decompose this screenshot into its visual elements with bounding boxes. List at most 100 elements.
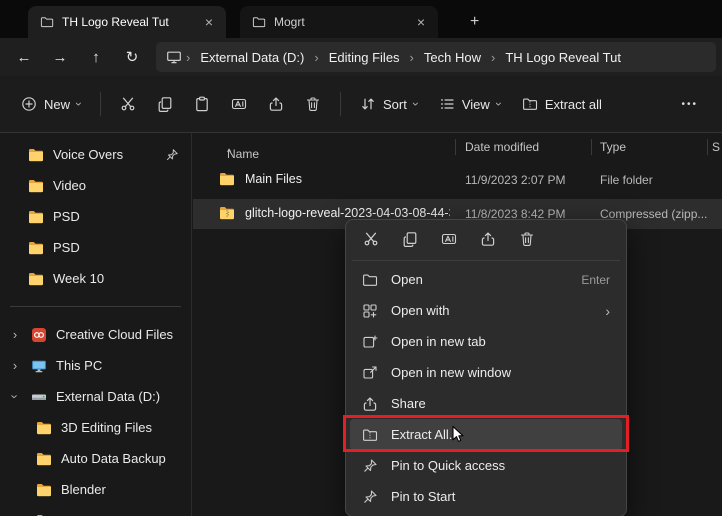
delete-button[interactable]: [296, 87, 330, 121]
creative-cloud-icon: [31, 327, 47, 343]
folder-icon: [36, 513, 52, 516]
chevron-down-icon: ›: [410, 102, 422, 106]
address-bar[interactable]: › External Data (D:) › Editing Files › T…: [156, 42, 716, 72]
sort-button[interactable]: Sort ›: [351, 87, 427, 121]
new-tab-button[interactable]: +: [462, 13, 487, 31]
context-menu-icon-row: [350, 224, 622, 260]
forward-button[interactable]: →: [42, 42, 78, 72]
zip-folder-icon: [219, 205, 235, 221]
sidebar-item-psd-2[interactable]: PSD: [0, 232, 191, 263]
tab-label: TH Logo Reveal Tut: [62, 15, 192, 29]
menu-item-pin-to-start[interactable]: Pin to Start: [350, 481, 622, 512]
sidebar-item-clipped[interactable]: [0, 505, 191, 516]
sort-icon: [360, 96, 376, 112]
breadcrumb-item-th-logo-reveal[interactable]: TH Logo Reveal Tut: [499, 48, 627, 67]
sidebar-item-creative-cloud-files[interactable]: › Creative Cloud Files: [0, 319, 191, 350]
toolbar-divider: [340, 92, 341, 116]
extract-icon: [522, 96, 538, 112]
share-icon: [480, 231, 496, 247]
menu-item-share[interactable]: Share: [350, 388, 622, 419]
extract-all-button[interactable]: Extract all: [513, 87, 611, 121]
breadcrumb-separator: ›: [490, 50, 496, 65]
menu-item-open-in-new-window[interactable]: Open in new window: [350, 357, 622, 388]
column-resize-handle[interactable]: [591, 139, 592, 155]
sidebar-item-blender[interactable]: Blender: [0, 474, 191, 505]
share-button[interactable]: [471, 224, 505, 254]
chevron-right-icon[interactable]: ›: [8, 358, 22, 373]
copy-button[interactable]: [393, 224, 427, 254]
file-row-main-files[interactable]: Main Files 11/9/2023 2:07 PM File folder: [193, 165, 722, 195]
open-with-icon: [362, 303, 378, 319]
folder-icon: [28, 147, 44, 163]
folder-icon: [28, 271, 44, 287]
paste-button[interactable]: [185, 87, 219, 121]
refresh-button[interactable]: ↻: [114, 42, 150, 72]
rename-button[interactable]: [432, 224, 466, 254]
new-button-label: New: [44, 97, 70, 112]
folder-open-icon: [362, 272, 378, 288]
folder-icon: [28, 240, 44, 256]
chevron-right-icon[interactable]: ›: [8, 327, 22, 342]
cut-button[interactable]: [111, 87, 145, 121]
view-button[interactable]: View ›: [430, 87, 510, 121]
command-toolbar: New › Sort › View › Extract all •••: [0, 76, 722, 133]
delete-button[interactable]: [510, 224, 544, 254]
breadcrumb-separator: ›: [313, 50, 319, 65]
folder-icon: [28, 178, 44, 194]
extract-all-label: Extract all: [545, 97, 602, 112]
see-more-button[interactable]: •••: [669, 99, 710, 110]
folder-icon: [36, 482, 52, 498]
sidebar-item-external-data[interactable]: › External Data (D:): [0, 381, 191, 412]
menu-item-pin-to-quick-access[interactable]: Pin to Quick access: [350, 450, 622, 481]
column-header-size[interactable]: S: [712, 140, 720, 154]
chevron-down-icon: ›: [493, 102, 505, 106]
menu-item-open[interactable]: Open Enter: [350, 264, 622, 295]
sidebar-item-psd[interactable]: PSD: [0, 201, 191, 232]
column-header-type[interactable]: Type: [600, 140, 626, 154]
rename-icon: [231, 96, 247, 112]
sidebar-item-this-pc[interactable]: › This PC: [0, 350, 191, 381]
tab-mogrt[interactable]: Mogrt ×: [240, 6, 438, 38]
sidebar-divider: [10, 306, 181, 307]
sidebar-item-voice-overs[interactable]: Voice Overs: [0, 139, 191, 170]
share-icon: [268, 96, 284, 112]
extract-icon: [362, 427, 378, 443]
sidebar-item-3d-editing-files[interactable]: 3D Editing Files: [0, 412, 191, 443]
context-menu: Open Enter Open with › Open in new tab O…: [345, 219, 627, 516]
cut-icon: [363, 231, 379, 247]
new-window-icon: [362, 365, 378, 381]
new-button[interactable]: New ›: [12, 87, 90, 121]
rename-button[interactable]: [222, 87, 256, 121]
pin-icon: [165, 148, 179, 162]
menu-item-open-in-new-tab[interactable]: Open in new tab: [350, 326, 622, 357]
paste-icon: [194, 96, 210, 112]
sidebar-item-video[interactable]: Video: [0, 170, 191, 201]
menu-item-open-with[interactable]: Open with ›: [350, 295, 622, 326]
breadcrumb-item-editing-files[interactable]: Editing Files: [323, 48, 406, 67]
submenu-chevron-icon: ›: [605, 303, 610, 319]
sidebar-item-week-10[interactable]: Week 10: [0, 263, 191, 294]
column-resize-handle[interactable]: [707, 139, 708, 155]
breadcrumb-item-tech-how[interactable]: Tech How: [418, 48, 487, 67]
menu-item-extract-all[interactable]: Extract All...: [350, 419, 622, 450]
view-icon: [439, 96, 455, 112]
cut-button[interactable]: [354, 224, 388, 254]
breadcrumb-item-external-data[interactable]: External Data (D:): [194, 48, 310, 67]
up-button[interactable]: ↑: [78, 42, 114, 72]
share-button[interactable]: [259, 87, 293, 121]
sidebar-item-auto-data-backup[interactable]: Auto Data Backup: [0, 443, 191, 474]
chevron-expanded-icon[interactable]: ›: [8, 390, 23, 404]
share-icon: [362, 396, 378, 412]
this-pc-icon: [166, 49, 182, 65]
back-button[interactable]: ←: [6, 42, 42, 72]
close-tab-icon[interactable]: ×: [200, 14, 218, 30]
tab-th-logo-reveal[interactable]: TH Logo Reveal Tut ×: [28, 6, 226, 38]
trash-icon: [305, 96, 321, 112]
column-header-date-modified[interactable]: Date modified: [465, 140, 539, 154]
column-resize-handle[interactable]: [455, 139, 456, 155]
folder-icon: [36, 451, 52, 467]
close-tab-icon[interactable]: ×: [412, 14, 430, 30]
sort-ascending-icon: ^: [227, 147, 231, 157]
shortcut-label: Enter: [581, 273, 610, 287]
copy-button[interactable]: [148, 87, 182, 121]
